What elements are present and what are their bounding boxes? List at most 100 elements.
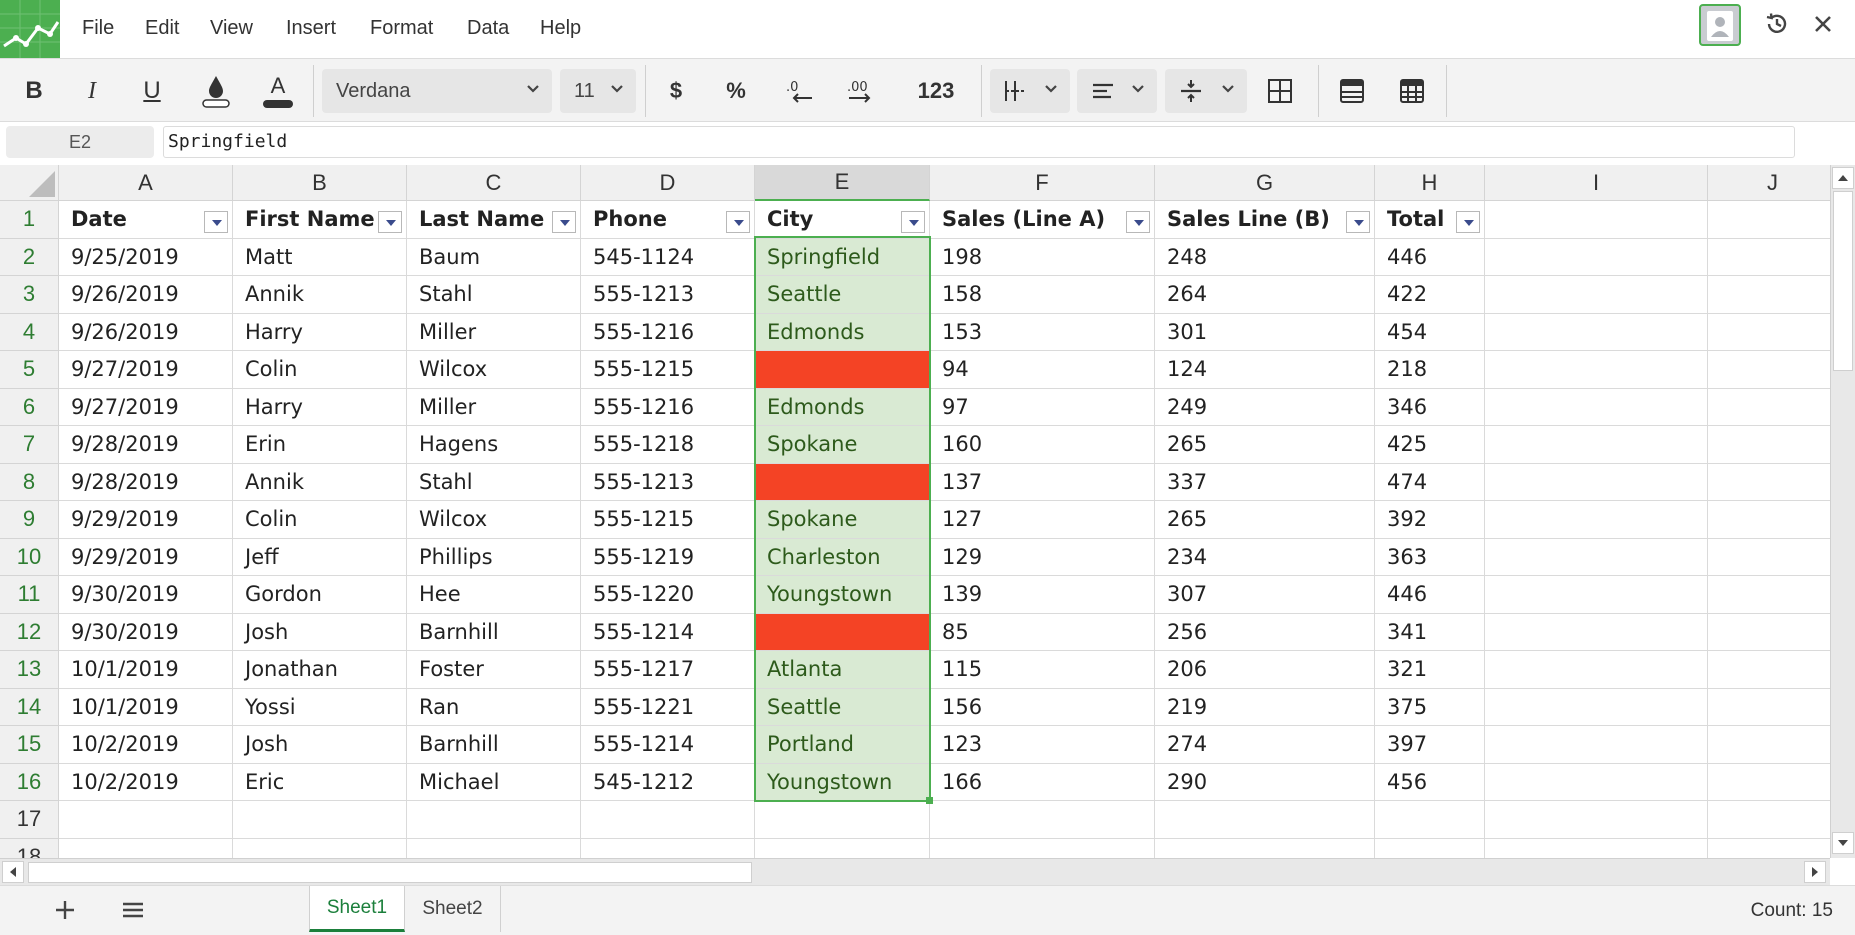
data-cell[interactable]: 555-1214	[581, 613, 755, 651]
empty-cell[interactable]	[1708, 764, 1830, 801]
data-cell[interactable]: 256	[1155, 613, 1375, 651]
column-header-e[interactable]: E	[755, 165, 930, 201]
name-box[interactable]: E2	[6, 126, 154, 158]
filter-dropdown-button[interactable]	[204, 211, 228, 233]
row-header[interactable]: 15	[0, 726, 59, 764]
data-cell[interactable]: 307	[1155, 576, 1375, 614]
column-header-g[interactable]: G	[1155, 165, 1375, 201]
empty-cell[interactable]	[1485, 313, 1708, 351]
data-cell[interactable]: Hagens	[407, 426, 581, 464]
data-cell[interactable]: 115	[930, 651, 1155, 689]
empty-cell[interactable]	[1708, 464, 1830, 501]
data-cell[interactable]: 392	[1375, 501, 1485, 539]
data-cell[interactable]: Eric	[233, 763, 407, 801]
percent-button[interactable]: %	[714, 69, 758, 113]
empty-cell[interactable]	[581, 801, 755, 839]
data-cell[interactable]: Spokane	[755, 501, 930, 539]
row-header[interactable]: 14	[0, 688, 59, 726]
sheet-list-button[interactable]	[118, 896, 148, 924]
scroll-up-button[interactable]	[1832, 167, 1854, 189]
horizontal-scroll-thumb[interactable]	[28, 862, 752, 883]
data-cell[interactable]: 158	[930, 276, 1155, 314]
bold-button[interactable]: B	[14, 69, 54, 113]
data-cell[interactable]: 10/1/2019	[59, 688, 233, 726]
data-cell[interactable]: 397	[1375, 726, 1485, 764]
empty-cell[interactable]	[1485, 501, 1708, 539]
row-header[interactable]: 1	[0, 201, 59, 239]
menu-file[interactable]: File	[82, 17, 114, 40]
data-cell[interactable]: Miller	[407, 313, 581, 351]
menu-help[interactable]: Help	[540, 17, 581, 40]
data-cell[interactable]: 346	[1375, 388, 1485, 426]
data-cell[interactable]: 341	[1375, 613, 1485, 651]
data-cell[interactable]: 446	[1375, 576, 1485, 614]
data-cell[interactable]: 555-1216	[581, 313, 755, 351]
data-cell[interactable]: Miller	[407, 388, 581, 426]
empty-cell[interactable]	[1485, 201, 1708, 239]
data-cell[interactable]: 555-1221	[581, 688, 755, 726]
data-cell[interactable]: 9/26/2019	[59, 313, 233, 351]
column-header-c[interactable]: C	[407, 165, 581, 201]
data-cell[interactable]: Barnhill	[407, 613, 581, 651]
data-cell[interactable]: Phillips	[407, 538, 581, 576]
data-cell[interactable]: 425	[1375, 426, 1485, 464]
underline-button[interactable]: U	[132, 69, 172, 113]
empty-cell[interactable]	[407, 801, 581, 839]
data-cell[interactable]: Jeff	[233, 538, 407, 576]
data-cell[interactable]: 555-1215	[581, 501, 755, 539]
empty-cell[interactable]	[1708, 239, 1830, 276]
empty-cell[interactable]	[1708, 614, 1830, 651]
currency-button[interactable]: $	[656, 69, 696, 113]
empty-cell[interactable]	[1708, 801, 1830, 839]
filter-dropdown-button[interactable]	[1456, 211, 1480, 233]
number-format-button[interactable]: 123	[906, 69, 966, 113]
data-cell[interactable]: 555-1213	[581, 463, 755, 501]
filter-dropdown-button[interactable]	[1346, 211, 1370, 233]
data-cell[interactable]: Gordon	[233, 576, 407, 614]
spreadsheet-grid[interactable]: A B C D E F G H I J 1 Date First Name Last Name Phone C…	[0, 165, 1830, 858]
data-cell[interactable]: 555-1215	[581, 351, 755, 389]
empty-cell[interactable]	[930, 801, 1155, 839]
row-header[interactable]: 7	[0, 426, 59, 464]
data-cell[interactable]: 9/29/2019	[59, 501, 233, 539]
empty-cell[interactable]	[1708, 501, 1830, 539]
font-name-select[interactable]: Verdana	[322, 69, 552, 113]
column-header-j[interactable]: J	[1708, 165, 1830, 201]
column-header-i[interactable]: I	[1485, 165, 1708, 201]
data-cell[interactable]: Edmonds	[755, 313, 930, 351]
data-cell[interactable]: Colin	[233, 351, 407, 389]
empty-cell[interactable]	[1485, 463, 1708, 501]
data-cell[interactable]: Youngstown	[755, 576, 930, 614]
data-cell[interactable]: Youngstown	[755, 763, 930, 801]
valign-dropdown[interactable]	[1165, 69, 1247, 113]
empty-cell[interactable]	[1485, 538, 1708, 576]
header-cell[interactable]: City	[755, 201, 930, 239]
data-cell[interactable]: 555-1218	[581, 426, 755, 464]
data-cell[interactable]: 9/28/2019	[59, 426, 233, 464]
data-cell[interactable]: Edmonds	[755, 388, 930, 426]
data-cell[interactable]: 9/29/2019	[59, 538, 233, 576]
empty-cell[interactable]	[1708, 539, 1830, 576]
empty-cell[interactable]	[1708, 839, 1830, 859]
empty-cell[interactable]	[1485, 426, 1708, 464]
empty-cell[interactable]	[1485, 763, 1708, 801]
data-cell[interactable]: Ran	[407, 688, 581, 726]
fill-color-button[interactable]	[196, 69, 236, 113]
data-cell[interactable]: 10/2/2019	[59, 726, 233, 764]
empty-cell[interactable]	[233, 801, 407, 839]
scroll-down-button[interactable]	[1832, 832, 1854, 854]
data-cell[interactable]: 555-1216	[581, 388, 755, 426]
vertical-scrollbar[interactable]	[1830, 165, 1855, 858]
data-cell[interactable]: Atlanta	[755, 651, 930, 689]
data-cell[interactable]: Spokane	[755, 426, 930, 464]
align-dropdown[interactable]	[1077, 69, 1157, 113]
data-cell[interactable]: Wilcox	[407, 501, 581, 539]
empty-cell[interactable]	[1708, 351, 1830, 389]
filter-dropdown-button[interactable]	[552, 211, 576, 233]
menu-insert[interactable]: Insert	[286, 17, 336, 40]
row-header[interactable]: 5	[0, 351, 59, 389]
data-cell[interactable]: 555-1219	[581, 538, 755, 576]
column-header-f[interactable]: F	[930, 165, 1155, 201]
add-sheet-button[interactable]	[50, 896, 80, 924]
row-header[interactable]: 6	[0, 388, 59, 426]
